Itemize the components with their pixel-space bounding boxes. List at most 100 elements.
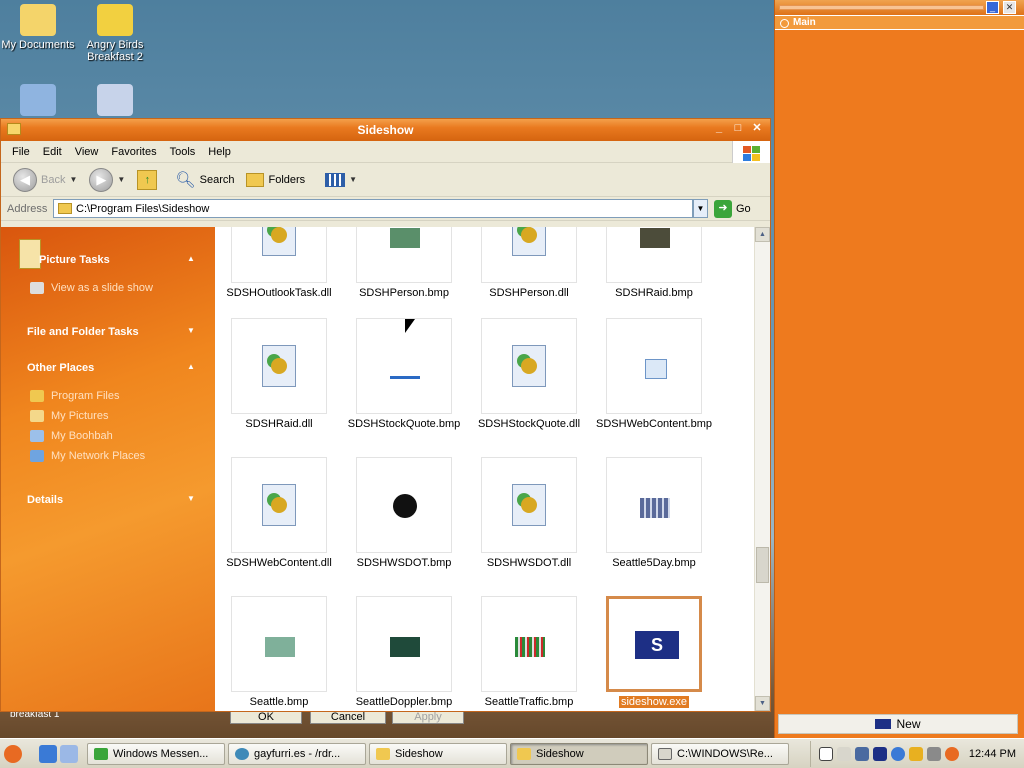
menu-edit[interactable]: Edit xyxy=(38,146,70,158)
scroll-thumb[interactable] xyxy=(756,547,769,583)
chevron-up-icon: ▲ xyxy=(187,254,195,263)
file-name: SeattleDoppler.bmp xyxy=(355,696,453,708)
desktop-icon-angry-birds[interactable]: Angry Birds Breakfast 2 xyxy=(77,4,153,63)
internet-explorer-icon[interactable] xyxy=(39,744,57,763)
file-item[interactable]: Seattle.bmp xyxy=(215,596,343,708)
desktop-icon-shortcut[interactable] xyxy=(77,84,153,119)
file-thumbnail xyxy=(606,457,702,553)
file-item[interactable]: SeattleTraffic.bmp xyxy=(465,596,593,708)
scroll-up-button[interactable]: ▲ xyxy=(755,227,770,242)
slideshow-icon xyxy=(30,282,44,294)
menu-tools[interactable]: Tools xyxy=(165,146,204,158)
file-item[interactable]: SDSHRaid.dll xyxy=(215,318,343,430)
details-header[interactable]: Details ▼ xyxy=(27,494,195,506)
messenger-icon xyxy=(94,747,108,760)
scroll-down-button[interactable]: ▼ xyxy=(755,696,770,711)
behind-ok-button[interactable]: OK xyxy=(230,710,302,724)
address-dropdown-button[interactable]: ▼ xyxy=(693,199,708,218)
place-my-network-places[interactable]: My Network Places xyxy=(51,450,145,462)
place-my-pictures[interactable]: My Pictures xyxy=(51,410,108,422)
place-program-files[interactable]: Program Files xyxy=(51,390,119,402)
file-item[interactable]: SDSHPerson.bmp xyxy=(340,227,468,299)
file-item[interactable]: SDSHStockQuote.bmp xyxy=(340,318,468,430)
address-value: C:\Program Files\Sideshow xyxy=(76,202,210,215)
view-slideshow-link[interactable]: View as a slide show xyxy=(51,282,153,294)
taskbar-button-windows-folder[interactable]: C:\WINDOWS\Re... xyxy=(651,742,789,765)
file-item[interactable]: SDSHWebContent.bmp xyxy=(590,318,718,430)
file-item[interactable]: S sideshow.exe xyxy=(590,596,718,708)
behind-cancel-button[interactable]: Cancel xyxy=(310,710,386,724)
file-item[interactable]: SDSHOutlookTask.dll xyxy=(215,227,343,299)
my-documents-icon xyxy=(20,4,56,36)
chevron-down-icon: ▼ xyxy=(117,175,126,184)
go-button[interactable]: ➜ Go xyxy=(714,199,751,218)
place-my-boohbah[interactable]: My Boohbah xyxy=(51,430,113,442)
quick-launch-icon[interactable] xyxy=(60,744,78,763)
back-button[interactable]: ◀ Back ▼ xyxy=(9,166,81,194)
computer-icon xyxy=(20,84,56,116)
forecast-image-icon xyxy=(640,498,670,518)
address-input[interactable]: C:\Program Files\Sideshow xyxy=(53,199,693,218)
file-item[interactable]: SDSHWSDOT.bmp xyxy=(340,457,468,569)
user-icon[interactable] xyxy=(854,746,869,761)
search-tray-icon[interactable] xyxy=(944,746,959,761)
window-titlebar[interactable]: Sideshow _ □ ✕ xyxy=(1,119,770,141)
dll-file-icon xyxy=(262,345,296,387)
taskbar-button-sideshow-active[interactable]: Sideshow xyxy=(510,742,648,765)
menu-help[interactable]: Help xyxy=(203,146,239,158)
sideshow-new-button[interactable]: New xyxy=(778,714,1018,734)
task-label: Sideshow xyxy=(536,747,584,760)
forward-button[interactable]: ▶ ▼ xyxy=(85,166,129,194)
views-button[interactable]: ▼ xyxy=(321,171,361,189)
file-thumbnail xyxy=(231,457,327,553)
dll-file-icon xyxy=(512,484,546,526)
file-item[interactable]: Seattle5Day.bmp xyxy=(590,457,718,569)
maximize-button[interactable]: □ xyxy=(730,122,746,137)
minimize-button[interactable]: _ xyxy=(711,122,727,137)
vertical-scrollbar[interactable]: ▲ ▼ xyxy=(754,227,770,711)
network-tray-icon[interactable] xyxy=(890,746,905,761)
chevron-down-icon: ▼ xyxy=(187,326,195,335)
menu-file[interactable]: File xyxy=(7,146,38,158)
file-item[interactable]: SDSHPerson.dll xyxy=(465,227,593,299)
start-gecko-icon[interactable] xyxy=(4,744,22,763)
file-thumbnail xyxy=(606,227,702,283)
sideshow-titlebar[interactable]: _ ✕ xyxy=(775,0,1024,16)
close-button[interactable]: ✕ xyxy=(749,122,765,137)
clock[interactable]: 12:44 PM xyxy=(969,748,1016,760)
taskbar-button-browser[interactable]: gayfurri.es - /rdr... xyxy=(228,742,366,765)
shortcut-icon xyxy=(97,84,133,116)
desktop-icon-my-computer[interactable] xyxy=(0,84,76,119)
volume-icon[interactable] xyxy=(926,746,941,761)
search-icon: 🔍︎ xyxy=(175,171,196,189)
folder-icon xyxy=(376,747,390,760)
file-item[interactable]: SDSHWebContent.dll xyxy=(215,457,343,569)
sideshow-close-button[interactable]: ✕ xyxy=(1003,1,1016,14)
dll-file-icon xyxy=(262,227,296,256)
clipboard-icon[interactable] xyxy=(836,746,851,761)
new-label: New xyxy=(896,717,921,731)
menu-view[interactable]: View xyxy=(70,146,107,158)
file-item[interactable]: SeattleDoppler.bmp xyxy=(340,596,468,708)
taskbar-button-messenger[interactable]: Windows Messen... xyxy=(87,742,225,765)
sideshow-main-header[interactable]: Main xyxy=(775,16,1024,30)
file-item[interactable]: SDSHStockQuote.dll xyxy=(465,318,593,430)
security-shield-icon[interactable] xyxy=(908,746,923,761)
help-icon[interactable] xyxy=(818,746,833,761)
file-folder-tasks-header[interactable]: File and Folder Tasks ▼ xyxy=(27,326,195,338)
search-button[interactable]: 🔍︎ Search xyxy=(171,168,238,192)
desktop-icon-my-documents[interactable]: My Documents xyxy=(0,4,76,51)
folders-button[interactable]: Folders xyxy=(242,171,309,189)
other-places-header[interactable]: Other Places ▲ xyxy=(27,362,195,374)
file-item[interactable]: SDSHRaid.bmp xyxy=(590,227,718,299)
taskbar-button-sideshow-folder[interactable]: Sideshow xyxy=(369,742,507,765)
sideshow-tray-icon[interactable] xyxy=(872,746,887,761)
picture-tasks-icon xyxy=(19,239,41,269)
explorer-window: Sideshow _ □ ✕ File Edit View Favorites … xyxy=(0,118,771,712)
file-item[interactable]: SDSHWSDOT.dll xyxy=(465,457,593,569)
picture-tasks-header[interactable]: Picture Tasks ▲ xyxy=(39,254,195,266)
sideshow-minimize-button[interactable]: _ xyxy=(986,1,999,14)
up-folder-button[interactable]: ↑ xyxy=(133,168,161,192)
menu-favorites[interactable]: Favorites xyxy=(106,146,164,158)
behind-apply-button[interactable]: Apply xyxy=(392,710,464,724)
